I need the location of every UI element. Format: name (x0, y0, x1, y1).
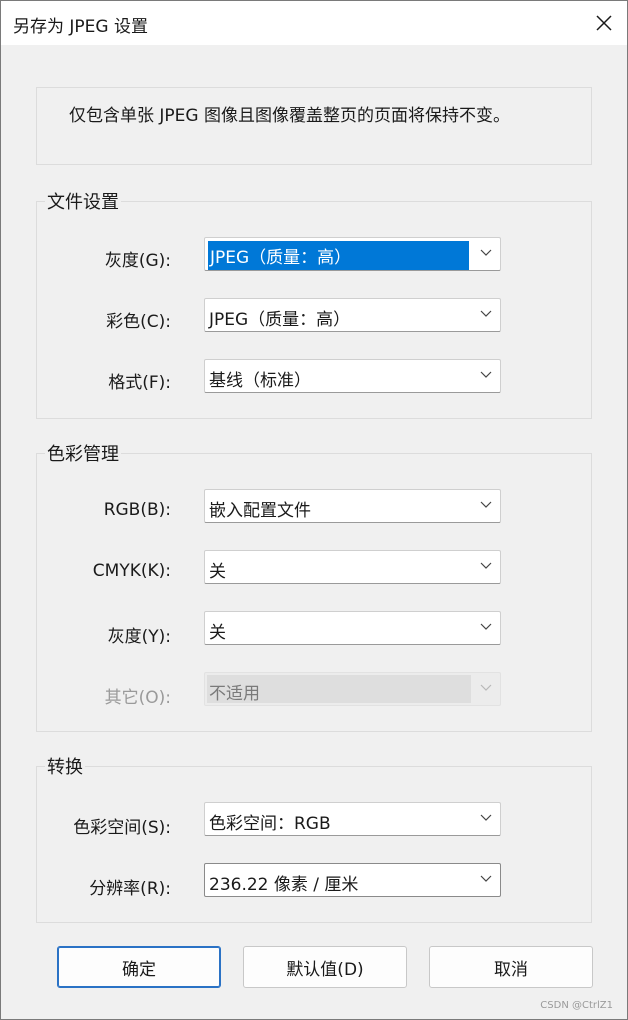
color-management-title: 色彩管理 (45, 440, 121, 466)
chevron-down-icon (480, 623, 492, 630)
gray-label: 灰度(G): (104, 251, 171, 271)
dialog-window: 另存为 JPEG 设置 仅包含单张 JPEG 图像且图像覆盖整页的页面将保持不变… (0, 0, 628, 1020)
format-label: 格式(F): (108, 373, 171, 393)
color-management-group: 色彩管理 RGB(B): 嵌入配置文件 CMYK(K): 关 灰度(Y): 关 … (36, 440, 592, 732)
conversion-title: 转换 (45, 753, 85, 779)
rgb-label: RGB(B): (103, 500, 171, 520)
colorspace-value: 色彩空间：RGB (209, 814, 331, 834)
color-compression-select[interactable]: JPEG（质量：高） (204, 298, 501, 332)
other-label: 其它(O): (104, 688, 171, 708)
cmyk-label: CMYK(K): (92, 561, 171, 581)
chevron-down-icon (480, 814, 492, 821)
file-settings-group: 文件设置 灰度(G): JPEG（质量：高） 彩色(C): JPEG（质量：高）… (36, 188, 592, 419)
gray-profile-value: 关 (209, 623, 226, 643)
cmyk-select[interactable]: 关 (204, 550, 501, 584)
rgb-value: 嵌入配置文件 (209, 501, 311, 521)
file-settings-title: 文件设置 (45, 188, 121, 214)
other-select: 不适用 (204, 672, 501, 706)
cancel-button[interactable]: 取消 (429, 946, 593, 988)
cmyk-value: 关 (209, 562, 226, 582)
title-bar: 另存为 JPEG 设置 (1, 1, 627, 45)
chevron-down-icon (480, 562, 492, 569)
gray-profile-select[interactable]: 关 (204, 611, 501, 645)
resolution-value: 236.22 像素 / 厘米 (209, 875, 359, 895)
gray-compression-select[interactable]: JPEG（质量：高） (204, 237, 501, 271)
notice-box: 仅包含单张 JPEG 图像且图像覆盖整页的页面将保持不变。 (36, 87, 592, 165)
chevron-down-icon (480, 371, 492, 378)
colorspace-select[interactable]: 色彩空间：RGB (204, 802, 501, 836)
gray-profile-label: 灰度(Y): (107, 627, 171, 647)
color-label: 彩色(C): (106, 312, 171, 332)
resolution-select[interactable]: 236.22 像素 / 厘米 (204, 863, 501, 897)
color-compression-value: JPEG（质量：高） (209, 310, 351, 330)
rgb-select[interactable]: 嵌入配置文件 (204, 489, 501, 523)
format-select[interactable]: 基线（标准） (204, 359, 501, 393)
other-value: 不适用 (207, 675, 471, 704)
close-icon (596, 15, 612, 31)
chevron-down-icon (480, 501, 492, 508)
watermark: CSDN @CtrlZ1 (540, 1000, 613, 1011)
chevron-down-icon (480, 310, 492, 317)
resolution-label: 分辨率(R): (89, 879, 171, 899)
chevron-down-icon (480, 684, 492, 691)
colorspace-label: 色彩空间(S): (73, 818, 171, 838)
format-value: 基线（标准） (209, 371, 311, 391)
notice-text: 仅包含单张 JPEG 图像且图像覆盖整页的页面将保持不变。 (69, 106, 510, 126)
chevron-down-icon (480, 875, 492, 882)
dialog-title: 另存为 JPEG 设置 (13, 17, 148, 37)
ok-button[interactable]: 确定 (57, 946, 221, 988)
chevron-down-icon (480, 249, 492, 256)
close-button[interactable] (581, 1, 627, 45)
conversion-group: 转换 色彩空间(S): 色彩空间：RGB 分辨率(R): 236.22 像素 /… (36, 753, 592, 923)
gray-compression-value: JPEG（质量：高） (208, 241, 469, 270)
default-button[interactable]: 默认值(D) (243, 946, 407, 988)
